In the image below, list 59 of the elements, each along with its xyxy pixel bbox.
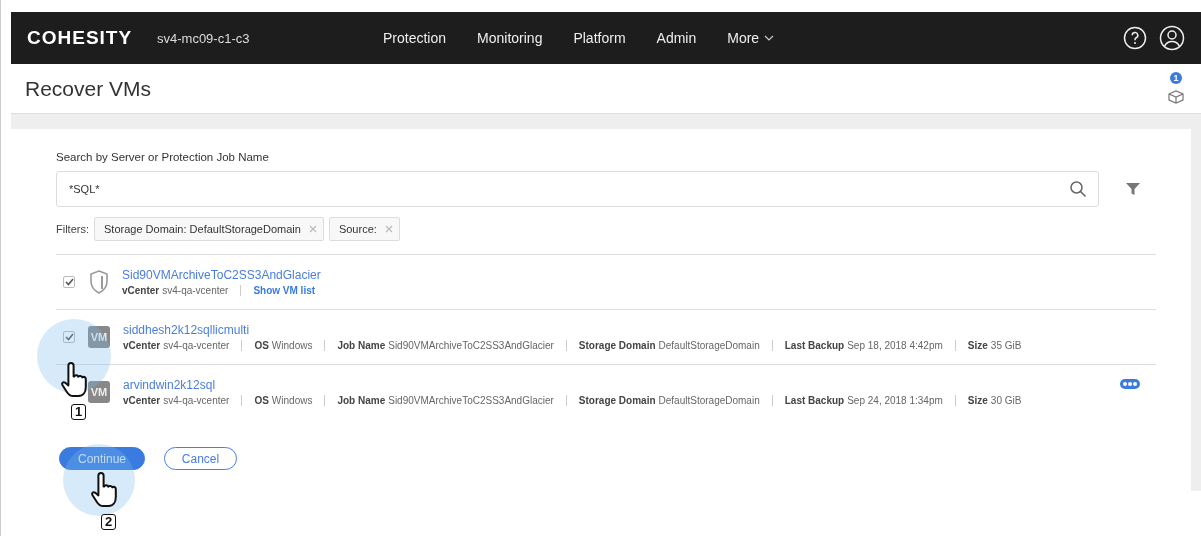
meta-label: Last Backup xyxy=(784,395,845,406)
meta-value: 35 GiB xyxy=(990,340,1022,351)
meta-value: DefaultStorageDomain xyxy=(658,340,760,351)
filters-label: Filters: xyxy=(56,223,89,235)
nav-link[interactable]: Protection xyxy=(383,30,447,46)
nav-link[interactable]: Platform xyxy=(573,30,626,46)
meta-label: Size xyxy=(967,340,988,351)
step-number: 1 xyxy=(71,404,87,420)
logo[interactable]: COHESITY xyxy=(27,27,157,49)
meta-label: Job Name xyxy=(337,395,386,406)
item-name-link[interactable]: Sid90VMArchiveToC2SS3AndGlacier xyxy=(122,268,321,282)
meta-value: Sid90VMArchiveToC2SS3AndGlacier xyxy=(388,395,554,406)
vm-icon: VM xyxy=(88,381,110,403)
meta-label: OS xyxy=(254,340,269,351)
step-number: 2 xyxy=(101,514,117,530)
user-icon[interactable] xyxy=(1159,25,1185,51)
meta-value: Sid90VMArchiveToC2SS3AndGlacier xyxy=(388,340,554,351)
meta-value: Sep 24, 2018 1:34pm xyxy=(847,395,943,406)
shield-icon xyxy=(88,269,110,295)
nav-link[interactable]: Monitoring xyxy=(477,30,543,46)
checkbox[interactable] xyxy=(63,276,75,288)
item-name-link[interactable]: siddhesh2k12sqllicmulti xyxy=(123,323,1022,337)
filter-chip[interactable]: Storage Domain: DefaultStorageDomain xyxy=(94,217,324,241)
meta-value: DefaultStorageDomain xyxy=(658,395,760,406)
meta-value: Windows xyxy=(271,340,313,351)
more-icon[interactable] xyxy=(1119,378,1141,390)
nav-dropdown[interactable]: More xyxy=(727,30,775,46)
meta-label: vCenter xyxy=(123,340,161,351)
filter-icon[interactable] xyxy=(1125,181,1141,197)
meta-label: Size xyxy=(967,395,988,406)
meta-value: sv4-qa-vcenter xyxy=(163,340,230,351)
notification-button[interactable]: 1 xyxy=(1165,73,1187,104)
meta-label: Storage Domain xyxy=(578,340,656,351)
meta-value: Sep 18, 2018 4:42pm xyxy=(847,340,943,351)
notification-count: 1 xyxy=(1170,71,1182,84)
meta-label: OS xyxy=(254,395,269,406)
nav-link[interactable]: Admin xyxy=(656,30,697,46)
cluster-name: sv4-mc09-c1-c3 xyxy=(157,30,251,46)
meta-label: vCenter xyxy=(123,395,161,406)
meta-label: Storage Domain xyxy=(578,395,656,406)
vm-icon: VM xyxy=(88,326,110,348)
page-title: Recover VMs xyxy=(25,76,152,101)
meta-value: sv4-qa-vcenter xyxy=(163,395,230,406)
meta-label: vCenter xyxy=(122,285,160,296)
search-icon[interactable] xyxy=(1069,180,1087,198)
show-vm-list-link[interactable]: Show VM list xyxy=(253,285,316,296)
meta-value: 30 GiB xyxy=(990,395,1022,406)
meta-value: sv4-qa-vcenter xyxy=(162,285,229,296)
meta-value: Windows xyxy=(271,395,313,406)
meta-label: Job Name xyxy=(337,340,386,351)
meta-label: Last Backup xyxy=(784,340,845,351)
item-name-link[interactable]: arvindwin2k12sql xyxy=(123,378,1022,392)
filter-chip[interactable]: Source: xyxy=(328,217,400,241)
help-icon[interactable] xyxy=(1123,26,1147,50)
search-field[interactable]: *SQL* xyxy=(56,171,1099,207)
cancel-button[interactable]: Cancel xyxy=(164,447,237,470)
checkbox[interactable] xyxy=(63,331,75,343)
caret-icon xyxy=(764,35,775,41)
search-label: Search by Server or Protection Job Name xyxy=(56,151,270,163)
